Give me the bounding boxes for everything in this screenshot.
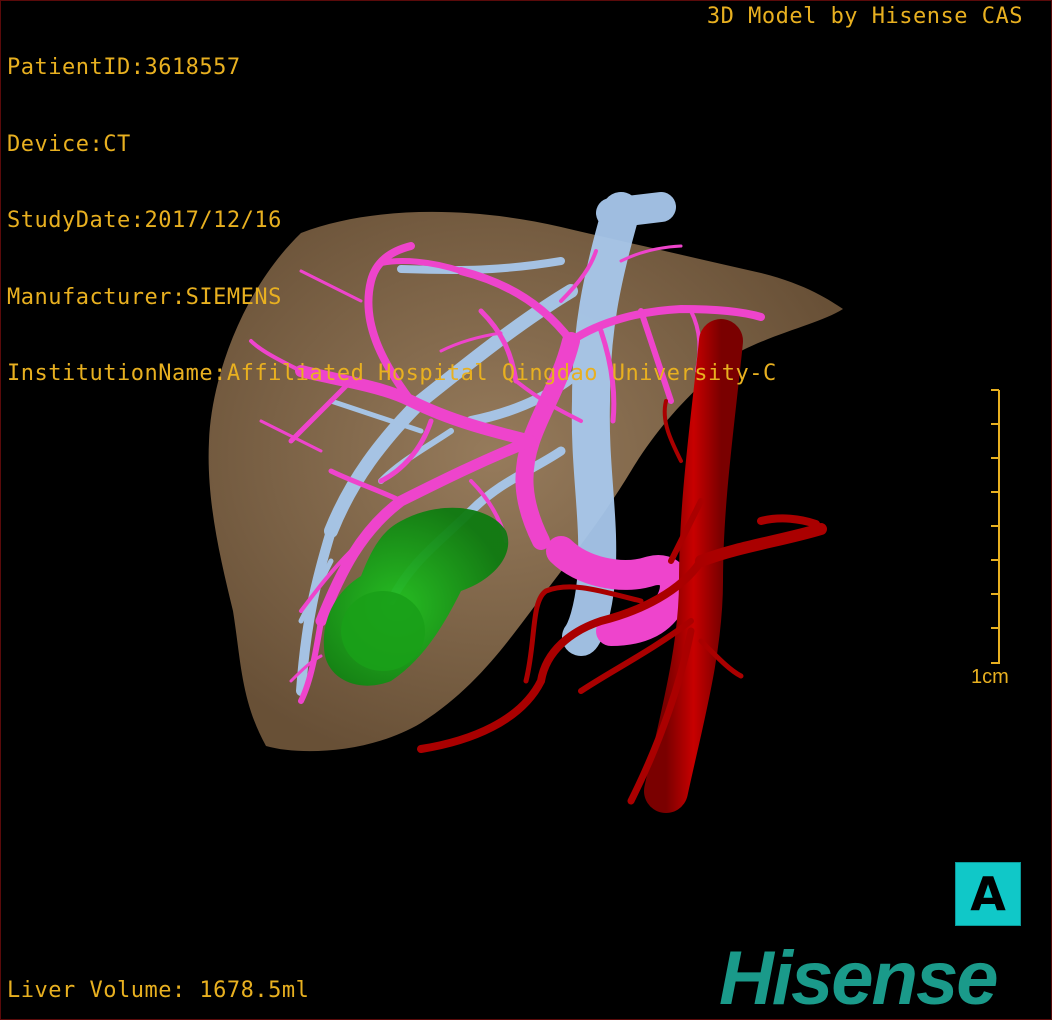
3d-viewport[interactable]: PatientID:3618557 Device:CT StudyDate:20… <box>0 0 1052 1020</box>
study-date: StudyDate:2017/12/16 <box>7 208 282 233</box>
patient-id: PatientID:3618557 <box>7 55 241 80</box>
device: Device:CT <box>7 131 131 157</box>
hisense-logo: Hisense <box>719 936 998 1020</box>
institution-name: InstitutionName:Affiliated Hospital Qing… <box>7 361 777 386</box>
model-credit: 3D Model by Hisense CAS <box>706 4 1023 29</box>
liver-volume: Liver Volume: 1678.5ml <box>7 977 310 1003</box>
study-info-overlay: PatientID:3618557 Device:CT StudyDate:20… <box>7 4 777 438</box>
scale-label: 1cm <box>971 666 1009 688</box>
orientation-button[interactable]: A <box>955 862 1021 926</box>
scale-bar <box>991 389 1000 664</box>
manufacturer: Manufacturer:SIEMENS <box>7 284 282 310</box>
